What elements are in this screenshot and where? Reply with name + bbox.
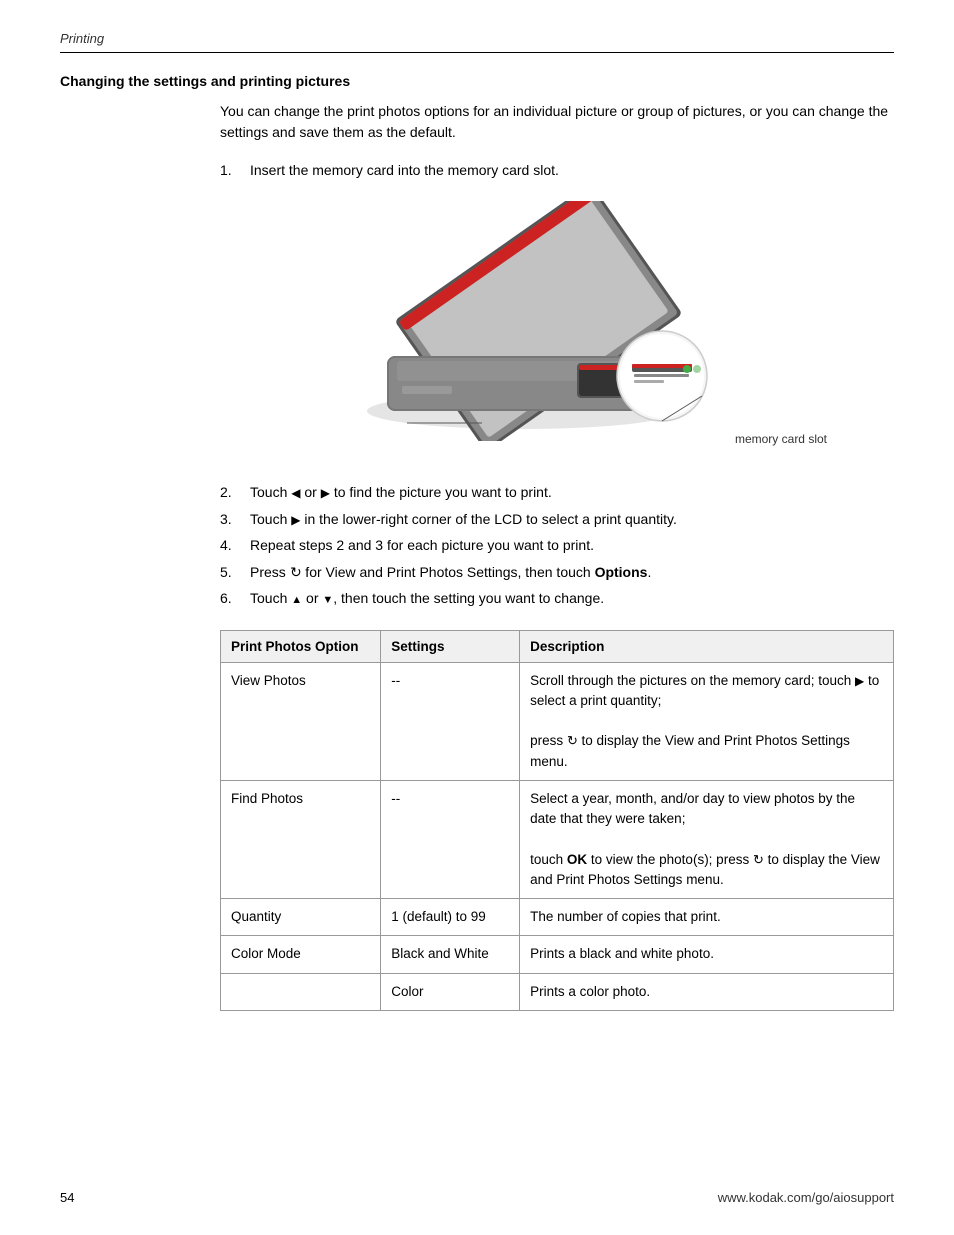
step-5-text: Press ↺ for View and Print Photos Settin… [250,561,894,583]
printer-svg: memory card slot [347,201,767,461]
step-3: 3. Touch ▶ in the lower-right corner of … [220,508,894,530]
memory-card-label: memory card slot [735,432,827,446]
arrow-down-icon: ▼ [322,594,333,606]
header-label: Printing [60,31,104,46]
desc-cell: Select a year, month, and/or day to view… [520,780,894,898]
table-row: Color Mode Black and White Prints a blac… [221,936,894,973]
refresh-icon-2: ↺ [567,731,578,751]
option-cell: Color Mode [221,936,381,973]
step-1-text: Insert the memory card into the memory c… [250,159,894,181]
arrow-right-icon-3: ▶ [855,674,864,688]
step-6-text: Touch ▲ or ▼, then touch the setting you… [250,587,894,610]
settings-cell: -- [381,780,520,898]
options-table: Print Photos Option Settings Description… [220,630,894,1011]
settings-cell: -- [381,662,520,780]
refresh-icon-3: ↺ [753,850,764,870]
page-footer: 54 www.kodak.com/go/aiosupport [0,1190,954,1205]
step-3-num: 3. [220,508,250,530]
table-row: Find Photos -- Select a year, month, and… [221,780,894,898]
step-6: 6. Touch ▲ or ▼, then touch the setting … [220,587,894,610]
printer-illustration [347,201,727,441]
step-2-num: 2. [220,481,250,503]
settings-cell: 1 (default) to 99 [381,899,520,936]
settings-cell: Color [381,973,520,1010]
table-row: View Photos -- Scroll through the pictur… [221,662,894,780]
printer-image-area: memory card slot [220,201,894,461]
callout-line [407,413,487,433]
table-row: Color Prints a color photo. [221,973,894,1010]
step-5: 5. Press ↺ for View and Print Photos Set… [220,561,894,583]
desc-cell: Prints a black and white photo. [520,936,894,973]
refresh-icon: ↺ [290,561,302,583]
col-header-settings: Settings [381,630,520,662]
col-header-option: Print Photos Option [221,630,381,662]
step-4: 4. Repeat steps 2 and 3 for each picture… [220,534,894,556]
option-cell: Quantity [221,899,381,936]
step-4-text: Repeat steps 2 and 3 for each picture yo… [250,534,894,556]
option-cell: Find Photos [221,780,381,898]
desc-cell: The number of copies that print. [520,899,894,936]
arrow-right-icon-2: ▶ [291,513,300,527]
step-5-num: 5. [220,561,250,583]
page-number: 54 [60,1190,74,1205]
arrow-up-icon: ▲ [291,594,302,606]
steps-list: 1. Insert the memory card into the memor… [220,159,894,181]
section-title: Changing the settings and printing pictu… [60,73,894,89]
content-block: You can change the print photos options … [220,101,894,1011]
intro-text: You can change the print photos options … [220,101,894,143]
steps-list-2: 2. Touch ◀ or ▶ to find the picture you … [220,481,894,609]
step-1-num: 1. [220,159,250,181]
step-2-text: Touch ◀ or ▶ to find the picture you wan… [250,481,894,503]
option-cell: View Photos [221,662,381,780]
table-header-row: Print Photos Option Settings Description [221,630,894,662]
step-6-num: 6. [220,587,250,609]
col-header-description: Description [520,630,894,662]
footer-url: www.kodak.com/go/aiosupport [718,1190,894,1205]
page: Printing Changing the settings and print… [0,0,954,1235]
table-row: Quantity 1 (default) to 99 The number of… [221,899,894,936]
desc-cell: Scroll through the pictures on the memor… [520,662,894,780]
step-2: 2. Touch ◀ or ▶ to find the picture you … [220,481,894,503]
step-1: 1. Insert the memory card into the memor… [220,159,894,181]
step-4-num: 4. [220,534,250,556]
step-3-text: Touch ▶ in the lower-right corner of the… [250,508,894,530]
settings-cell: Black and White [381,936,520,973]
option-cell [221,973,381,1010]
page-header: Printing [60,30,894,53]
arrow-right-icon: ▶ [321,486,330,500]
desc-cell: Prints a color photo. [520,973,894,1010]
arrow-left-icon: ◀ [291,486,300,500]
